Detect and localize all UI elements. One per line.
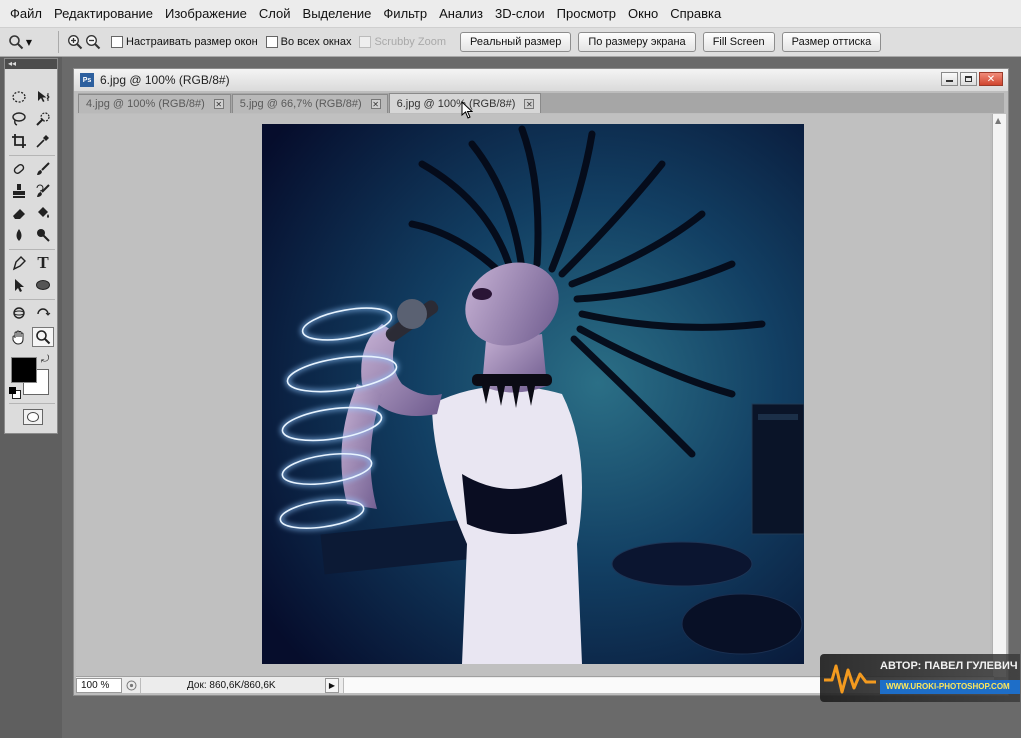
menu-file[interactable]: Файл	[4, 6, 48, 21]
all-windows-label: Во всех окнах	[280, 36, 352, 48]
tools-divider	[9, 299, 55, 300]
close-icon: ✕	[986, 73, 996, 85]
minimize-button[interactable]	[941, 72, 958, 86]
author-watermark: АВТОР: ПАВЕЛ ГУЛЕВИЧ WWW.UROKI-PHOTOSHOP…	[820, 654, 1020, 714]
chevron-down-icon: ▼	[25, 37, 33, 47]
minimize-icon	[946, 80, 953, 82]
close-icon[interactable]: ✕	[213, 99, 224, 109]
paint-bucket-tool-icon[interactable]	[32, 203, 54, 223]
checkbox-box	[359, 36, 372, 48]
document-title: 6.jpg @ 100% (RGB/8#)	[100, 73, 230, 87]
lasso-tool-icon[interactable]	[8, 109, 30, 129]
all-windows-checkbox[interactable]: Во всех окнах	[265, 36, 352, 48]
tools-panel: ◂◂ T ⤾	[4, 58, 58, 434]
document-size-info: Док: 860,6K/860,6K	[187, 679, 276, 691]
maximize-icon	[965, 76, 972, 82]
quick-mask-icon[interactable]	[23, 409, 43, 425]
checkbox-box[interactable]	[265, 36, 278, 48]
tools-divider	[9, 249, 55, 250]
menu-select[interactable]: Выделение	[297, 6, 378, 21]
healing-brush-tool-icon[interactable]	[8, 159, 30, 179]
sound-wave-icon	[824, 664, 876, 694]
tab-label: 4.jpg @ 100% (RGB/8#)	[86, 98, 205, 110]
scroll-up-icon[interactable]: ▲	[995, 116, 1001, 125]
quick-selection-tool-icon[interactable]	[32, 109, 54, 129]
fill-screen-button[interactable]: Fill Screen	[702, 32, 775, 52]
tab-5-jpg[interactable]: 5.jpg @ 66,7% (RGB/8#) ✕	[231, 94, 388, 113]
watermark-url: WWW.UROKI-PHOTOSHOP.COM	[880, 680, 1020, 694]
tab-4-jpg[interactable]: 4.jpg @ 100% (RGB/8#) ✕	[78, 94, 231, 113]
checkbox-box[interactable]	[111, 36, 123, 48]
dodge-tool-icon[interactable]	[32, 225, 54, 245]
clone-stamp-tool-icon[interactable]	[8, 181, 30, 201]
3d-orbit-tool-icon[interactable]	[32, 303, 54, 323]
vertical-scrollbar[interactable]: ▲	[992, 114, 1006, 677]
maximize-button[interactable]	[960, 72, 977, 86]
menu-image[interactable]: Изображение	[159, 6, 253, 21]
canvas-photo	[262, 124, 804, 664]
zoom-in-icon[interactable]	[67, 34, 83, 50]
zoom-level-input[interactable]: 100 %	[76, 677, 122, 693]
tab-label: 6.jpg @ 100% (RGB/8#)	[396, 97, 516, 110]
print-size-button[interactable]: Размер оттиска	[781, 32, 882, 52]
marquee-tool-icon[interactable]	[8, 87, 30, 107]
move-tool-icon[interactable]	[32, 87, 54, 107]
tools-panel-header[interactable]: ◂◂	[5, 59, 57, 69]
mouse-cursor-icon	[461, 100, 474, 122]
default-colors-icon[interactable]	[9, 387, 21, 399]
foreground-color-swatch[interactable]	[11, 357, 37, 383]
document-tabs: 4.jpg @ 100% (RGB/8#) ✕ 5.jpg @ 66,7% (R…	[78, 93, 1004, 113]
tab-label: 5.jpg @ 66,7% (RGB/8#)	[239, 98, 362, 110]
scrubby-zoom-label: Scrubby Zoom	[374, 36, 446, 48]
eraser-tool-icon[interactable]	[8, 203, 30, 223]
close-icon[interactable]: ✕	[524, 98, 535, 109]
tool-preset-picker[interactable]: ▼	[8, 31, 59, 53]
path-selection-tool-icon[interactable]	[8, 275, 30, 295]
actual-pixels-button[interactable]: Реальный размер	[459, 32, 572, 52]
menu-3d[interactable]: 3D-слои	[489, 6, 551, 21]
menu-edit[interactable]: Редактирование	[48, 6, 159, 21]
close-icon[interactable]: ✕	[370, 99, 381, 109]
menu-analysis[interactable]: Анализ	[433, 6, 489, 21]
zoom-tool-icon[interactable]	[32, 327, 54, 347]
resize-windows-checkbox[interactable]: Настраивать размер окон	[111, 36, 258, 48]
document-title-bar[interactable]: Ps 6.jpg @ 100% (RGB/8#) ✕	[74, 69, 1008, 91]
type-tool-icon[interactable]: T	[32, 253, 54, 273]
zoom-preview-icon[interactable]	[122, 677, 141, 693]
resize-windows-label: Настраивать размер окон	[126, 36, 258, 48]
tools-divider	[9, 403, 55, 404]
swap-colors-icon[interactable]: ⤾	[41, 354, 49, 365]
fit-screen-button[interactable]: По размеру экрана	[578, 32, 696, 52]
menu-window[interactable]: Окно	[622, 6, 664, 21]
blur-tool-icon[interactable]	[8, 225, 30, 245]
zoom-out-icon[interactable]	[85, 34, 101, 50]
menu-help[interactable]: Справка	[664, 6, 727, 21]
crop-tool-icon[interactable]	[8, 131, 30, 151]
hand-tool-icon[interactable]	[8, 327, 30, 347]
menu-filter[interactable]: Фильтр	[377, 6, 433, 21]
eyedropper-tool-icon[interactable]	[32, 131, 54, 151]
brush-tool-icon[interactable]	[32, 159, 54, 179]
menu-view[interactable]: Просмотр	[551, 6, 622, 21]
history-brush-tool-icon[interactable]	[32, 181, 54, 201]
menu-layer[interactable]: Слой	[253, 6, 297, 21]
watermark-author: АВТОР: ПАВЕЛ ГУЛЕВИЧ	[880, 660, 1018, 672]
scrubby-zoom-checkbox: Scrubby Zoom	[359, 36, 446, 48]
tools-divider	[9, 155, 55, 156]
zoom-icon	[8, 34, 24, 50]
pen-tool-icon[interactable]	[8, 253, 30, 273]
menu-bar: Файл Редактирование Изображение Слой Выд…	[0, 0, 1021, 28]
shape-tool-icon[interactable]	[32, 275, 54, 295]
options-bar: ▼ Настраивать размер окон Во всех окнах …	[0, 28, 1021, 57]
photoshop-icon: Ps	[80, 73, 94, 87]
3d-rotate-tool-icon[interactable]	[8, 303, 30, 323]
close-button[interactable]: ✕	[979, 72, 1003, 86]
status-menu-arrow-icon[interactable]: ▶	[325, 677, 339, 693]
